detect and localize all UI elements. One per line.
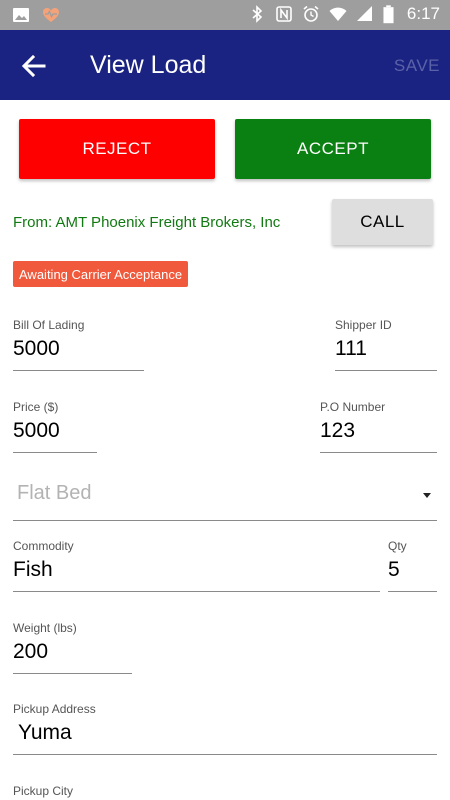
field-underline bbox=[13, 754, 437, 755]
nfc-icon bbox=[276, 6, 292, 22]
po-number-field[interactable]: P.O Number 123 bbox=[320, 400, 437, 453]
bluetooth-icon bbox=[252, 5, 263, 23]
pickup-address-field[interactable]: Pickup Address Yuma bbox=[13, 702, 437, 755]
trailer-type-placeholder: Flat Bed bbox=[17, 482, 92, 504]
shipper-id-field[interactable]: Shipper ID 111 bbox=[335, 318, 437, 371]
price-field[interactable]: Price ($) 5000 bbox=[13, 400, 97, 453]
field-underline bbox=[320, 452, 437, 453]
status-badge: Awaiting Carrier Acceptance bbox=[13, 261, 189, 287]
image-icon bbox=[13, 8, 29, 22]
commodity-field[interactable]: Commodity Fish bbox=[13, 539, 380, 592]
app-bar: View Load SAVE bbox=[0, 30, 450, 100]
pickup-address-label: Pickup Address bbox=[13, 702, 96, 716]
reject-button[interactable]: REJECT bbox=[19, 119, 215, 179]
heart-pulse-icon bbox=[43, 8, 59, 22]
weight-field[interactable]: Weight (lbs) 200 bbox=[13, 621, 132, 674]
pickup-city-field[interactable]: Pickup City bbox=[13, 784, 437, 800]
shipper-id-value[interactable]: 111 bbox=[335, 337, 437, 363]
save-button[interactable]: SAVE bbox=[394, 56, 440, 76]
price-label: Price ($) bbox=[13, 400, 59, 414]
pickup-address-value[interactable]: Yuma bbox=[13, 721, 437, 747]
arrow-left-icon[interactable] bbox=[18, 50, 50, 82]
field-underline bbox=[13, 520, 437, 521]
weight-value[interactable]: 200 bbox=[13, 640, 132, 666]
broker-from-text: From: AMT Phoenix Freight Brokers, Inc bbox=[13, 214, 281, 231]
field-underline bbox=[335, 370, 437, 371]
field-underline bbox=[388, 591, 437, 592]
clock-time: 6:17 bbox=[406, 4, 440, 23]
accept-button[interactable]: ACCEPT bbox=[235, 119, 431, 179]
field-underline bbox=[13, 370, 144, 371]
field-underline bbox=[13, 452, 97, 453]
weight-label: Weight (lbs) bbox=[13, 621, 77, 635]
field-underline bbox=[13, 591, 380, 592]
bill-of-lading-field[interactable]: Bill Of Lading 5000 bbox=[13, 318, 144, 371]
po-number-label: P.O Number bbox=[320, 400, 386, 414]
qty-value[interactable]: 5 bbox=[388, 558, 437, 584]
wifi-icon bbox=[329, 7, 347, 21]
commodity-value[interactable]: Fish bbox=[13, 558, 380, 584]
dropdown-arrow-icon bbox=[423, 493, 431, 498]
trailer-type-dropdown[interactable]: Flat Bed bbox=[13, 476, 437, 521]
bill-of-lading-value[interactable]: 5000 bbox=[13, 337, 144, 363]
po-number-value[interactable]: 123 bbox=[320, 419, 437, 445]
page-title: View Load bbox=[90, 51, 207, 79]
status-bar: 6:17 bbox=[0, 0, 450, 30]
alarm-icon bbox=[303, 5, 319, 22]
signal-icon bbox=[356, 6, 372, 21]
qty-label: Qty bbox=[388, 539, 407, 553]
commodity-label: Commodity bbox=[13, 539, 74, 553]
pickup-city-label: Pickup City bbox=[13, 784, 74, 798]
field-underline bbox=[13, 673, 132, 674]
bill-of-lading-label: Bill Of Lading bbox=[13, 318, 85, 332]
battery-icon bbox=[383, 4, 394, 23]
shipper-id-label: Shipper ID bbox=[335, 318, 392, 332]
call-button[interactable]: CALL bbox=[332, 199, 433, 245]
qty-field[interactable]: Qty 5 bbox=[388, 539, 437, 592]
price-value[interactable]: 5000 bbox=[13, 419, 97, 445]
